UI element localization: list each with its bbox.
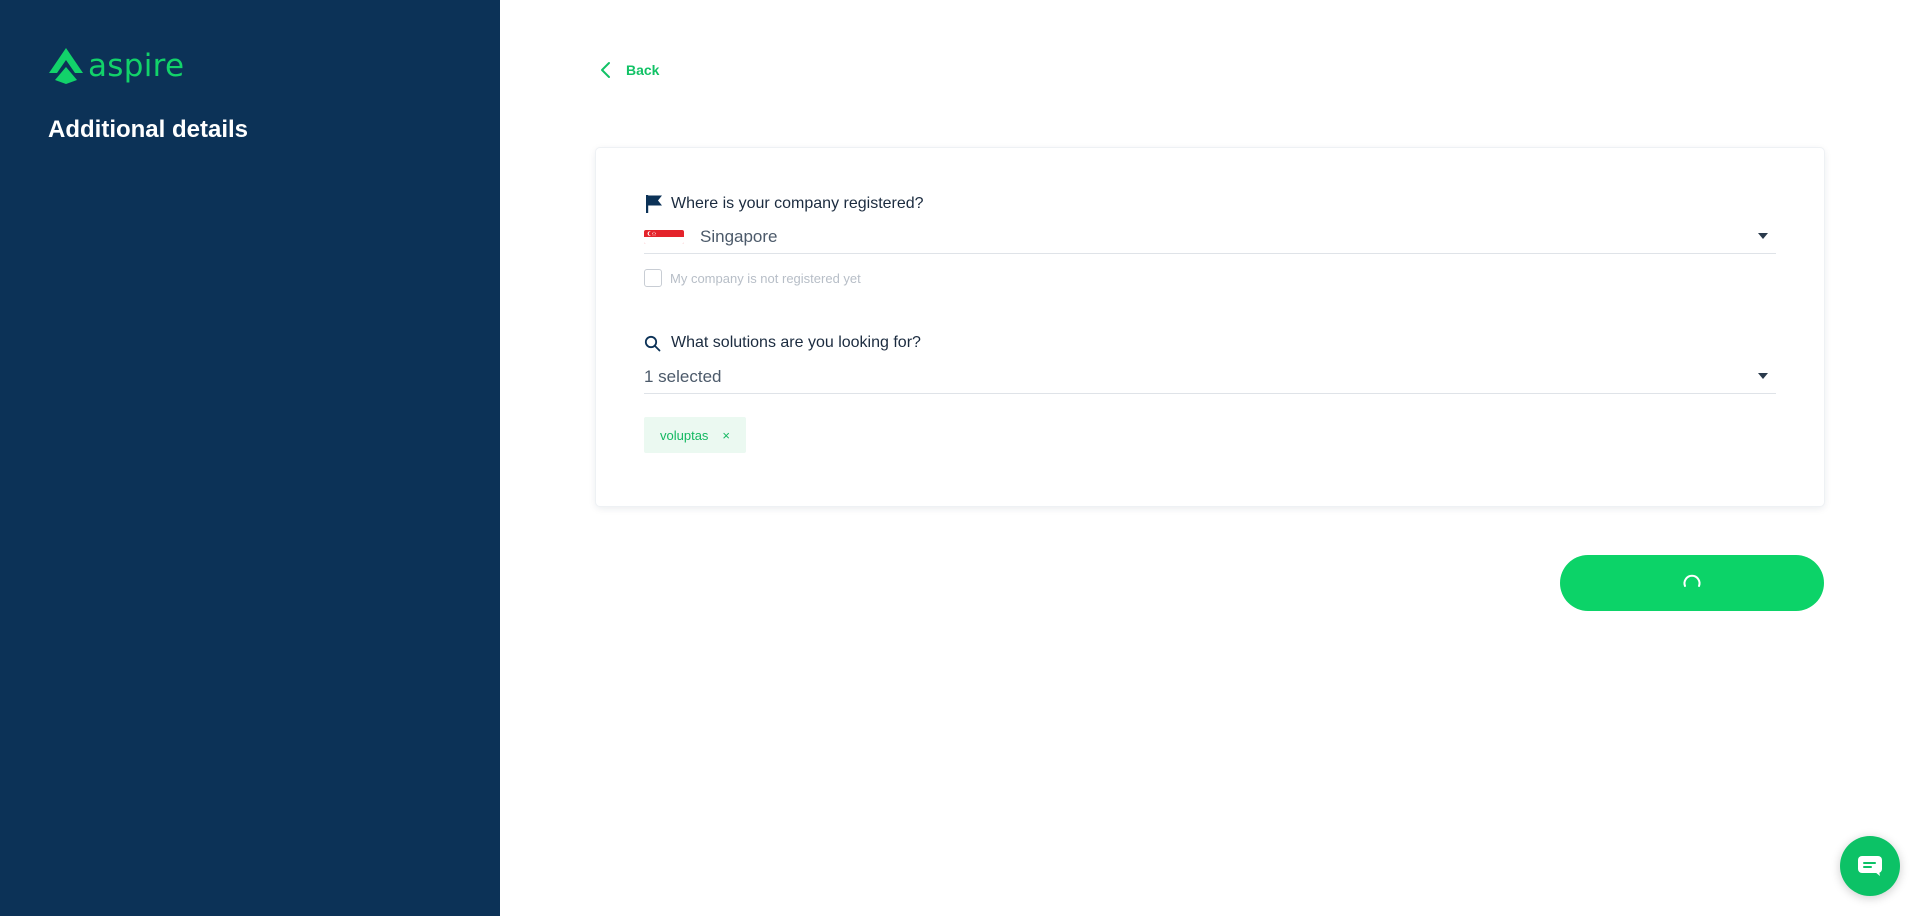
- selected-solution-tag: voluptas ×: [644, 417, 747, 453]
- brand-logo[interactable]: aspire: [48, 47, 184, 85]
- solutions-select[interactable]: 1 selected: [644, 360, 1776, 394]
- company-registration-label-row: Where is your company registered?: [644, 194, 924, 214]
- back-label: Back: [626, 62, 660, 78]
- caret-down-icon: [1758, 233, 1768, 239]
- solutions-select-value: 1 selected: [644, 366, 722, 386]
- sidebar: aspire Additional details: [0, 0, 500, 916]
- chevron-left-icon: [601, 62, 610, 78]
- not-registered-checkbox[interactable]: [644, 269, 662, 287]
- chat-widget-button[interactable]: [1840, 836, 1900, 896]
- not-registered-label: My company is not registered yet: [670, 270, 861, 286]
- flag-icon: [646, 195, 662, 213]
- brand-name: aspire: [88, 48, 185, 84]
- aspire-logo-icon: [49, 48, 83, 84]
- country-select-value: Singapore: [700, 226, 778, 246]
- solutions-label: What solutions are you looking for?: [671, 334, 921, 351]
- singapore-flag-icon: [644, 229, 684, 244]
- chat-icon: [1858, 856, 1882, 876]
- caret-down-icon: [1758, 373, 1768, 379]
- selected-solution-tag-label: voluptas: [660, 427, 709, 443]
- not-registered-option[interactable]: My company is not registered yet: [644, 269, 861, 287]
- spinner-icon: [1683, 574, 1701, 587]
- back-button[interactable]: Back: [598, 60, 659, 80]
- remove-tag-icon[interactable]: ×: [722, 429, 730, 442]
- search-icon: [644, 335, 661, 351]
- submit-button[interactable]: [1560, 555, 1824, 611]
- solutions-label-row: What solutions are you looking for?: [644, 334, 921, 352]
- company-registration-label: Where is your company registered?: [671, 195, 924, 212]
- page-title: Additional details: [48, 116, 249, 143]
- details-form-card: Where is your company registered? Singap…: [596, 148, 1824, 506]
- country-select[interactable]: Singapore: [644, 220, 1776, 254]
